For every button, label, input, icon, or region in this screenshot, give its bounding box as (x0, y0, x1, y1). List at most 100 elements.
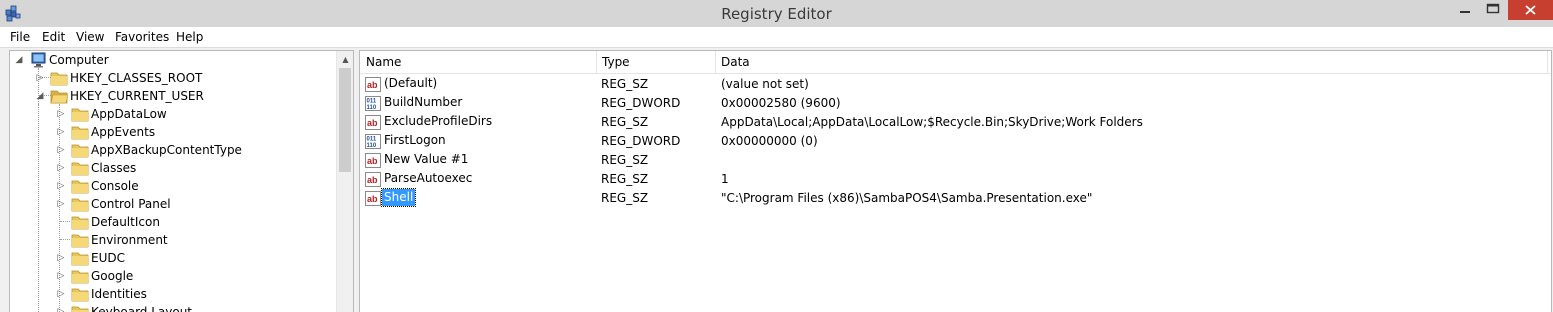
tree-item-label: AppXBackupContentType (91, 143, 242, 157)
folder-icon (71, 288, 89, 302)
tree-item-label: AppDataLow (91, 107, 167, 121)
folder-icon (71, 252, 89, 266)
value-name[interactable]: ParseAutoexec (382, 170, 474, 187)
expand-icon[interactable]: ▷ (55, 249, 67, 267)
folder-icon (71, 270, 89, 284)
value-row[interactable]: 011 110 BuildNumber REG_DWORD 0x00002580 (96… (360, 94, 1551, 113)
minimize-button[interactable] (1450, 0, 1480, 22)
menu-help[interactable]: Help (176, 30, 203, 44)
computer-icon (31, 52, 46, 68)
column-header-data[interactable]: Data (715, 51, 1547, 73)
tree-item-label: HKEY_CLASSES_ROOT (70, 71, 203, 85)
expand-icon[interactable]: ▷ (55, 123, 67, 141)
window-title: Registry Editor (721, 5, 832, 23)
binary-value-icon: 011 110 (365, 134, 381, 149)
scrollbar-thumb[interactable] (339, 68, 351, 172)
expand-icon[interactable]: ▷ (55, 177, 67, 195)
tree-item-label: Console (91, 179, 139, 193)
tree-vertical-scrollbar[interactable]: ▲ (336, 51, 353, 312)
open-folder-icon (50, 90, 68, 104)
tree-item-label: Classes (91, 161, 137, 175)
value-name[interactable]: Shell (380, 188, 417, 207)
folder-icon (71, 144, 89, 158)
title-bar: Registry Editor (0, 0, 1553, 27)
list-header: Name Type Data (360, 51, 1551, 74)
tree-item-label: AppEvents (91, 125, 156, 139)
value-data: 0x00000000 (0) (721, 134, 818, 148)
string-value-icon: ab (365, 115, 381, 130)
folder-icon (71, 126, 89, 140)
svg-text:ab: ab (367, 80, 378, 90)
folder-icon (71, 216, 89, 230)
menu-edit[interactable]: Edit (42, 30, 65, 44)
column-divider[interactable] (1547, 51, 1548, 73)
column-header-name[interactable]: Name (360, 51, 596, 73)
folder-icon (71, 234, 89, 248)
folder-icon (71, 162, 89, 176)
expand-icon[interactable]: ▷ (55, 267, 67, 285)
value-data: "C:\Program Files (x86)\SambaPOS4\Samba.… (721, 191, 1093, 205)
value-row[interactable]: 011 110 FirstLogon REG_DWORD 0x00000000 (0) (360, 132, 1551, 151)
menu-favorites[interactable]: Favorites (115, 30, 169, 44)
value-name[interactable]: BuildNumber (382, 94, 464, 111)
expand-icon[interactable]: ▷ (55, 285, 67, 303)
svg-text:ab: ab (367, 194, 378, 204)
scroll-up-arrow-icon[interactable]: ▲ (337, 51, 353, 68)
menu-file[interactable]: File (10, 30, 30, 44)
collapse-icon[interactable]: ◢ (13, 51, 25, 69)
pane-splitter[interactable] (354, 50, 358, 311)
value-data: AppData\Local;AppData\LocalLow;$Recycle.… (721, 115, 1143, 129)
value-type: REG_SZ (601, 191, 649, 205)
tree-item-label: Google (91, 269, 134, 283)
menu-view[interactable]: View (76, 30, 104, 44)
expand-icon[interactable]: ▷ (55, 159, 67, 177)
value-data: (value not set) (721, 77, 809, 91)
tree-item-label: EUDC (91, 251, 125, 265)
tree-item-label: HKEY_CURRENT_USER (70, 89, 204, 103)
value-data: 0x00002580 (9600) (721, 96, 841, 110)
svg-text:110: 110 (367, 143, 377, 149)
svg-text:ab: ab (367, 156, 378, 166)
value-row[interactable]: ab ParseAutoexec REG_SZ 1 (360, 170, 1551, 189)
folder-icon (71, 108, 89, 122)
value-type: REG_DWORD (601, 96, 681, 110)
values-list-pane[interactable]: Name Type Data ab (Default) REG_SZ (value n… (359, 50, 1552, 312)
expand-icon[interactable]: ▷ (55, 141, 67, 159)
value-row[interactable]: ab ExcludeProfileDirs REG_SZ AppData\Local;… (360, 113, 1551, 132)
expand-icon[interactable]: ▷ (34, 69, 46, 87)
folder-icon (50, 72, 68, 86)
expand-icon[interactable]: ▷ (55, 105, 67, 123)
svg-text:ab: ab (367, 118, 378, 128)
column-header-type[interactable]: Type (596, 51, 716, 73)
expand-icon[interactable]: ▷ (55, 195, 67, 213)
value-row[interactable]: ab New Value #1 REG_SZ (360, 151, 1551, 170)
svg-text:011: 011 (367, 99, 377, 105)
value-name[interactable]: (Default) (382, 75, 439, 92)
binary-value-icon: 011 110 (365, 96, 381, 111)
folder-icon (71, 198, 89, 212)
tree-item-label: Identities (91, 287, 147, 301)
key-tree-pane[interactable]: ◢ Computer ▷ HKEY_CLASSES_ROOT ◢ HKEY_CU… (9, 50, 354, 312)
value-name[interactable]: New Value #1 (382, 151, 470, 168)
tree-guide-line (60, 239, 70, 240)
value-name[interactable]: FirstLogon (382, 132, 448, 149)
string-value-icon: ab (365, 172, 381, 187)
svg-text:ab: ab (367, 175, 378, 185)
svg-text:011: 011 (367, 137, 377, 143)
tree-item-label: Control Panel (91, 197, 171, 211)
value-row[interactable]: ab (Default) REG_SZ (value not set) (360, 75, 1551, 94)
collapse-icon[interactable]: ◢ (34, 87, 46, 105)
value-row[interactable]: ab Shell REG_SZ "C:\Program Files (x86)\Sam… (360, 188, 1551, 208)
close-button[interactable] (1508, 0, 1553, 22)
string-value-icon: ab (365, 153, 381, 168)
maximize-button[interactable] (1478, 0, 1508, 22)
menu-bar: File Edit View Favorites Help (0, 27, 1553, 48)
string-value-icon: ab (365, 191, 381, 206)
tree-item-label: DefaultIcon (91, 215, 160, 229)
value-name[interactable]: ExcludeProfileDirs (382, 113, 494, 130)
value-type: REG_DWORD (601, 134, 681, 148)
tree-item-label: Environment (91, 233, 168, 247)
value-type: REG_SZ (601, 172, 649, 186)
value-type: REG_SZ (601, 115, 649, 129)
value-type: REG_SZ (601, 153, 649, 167)
